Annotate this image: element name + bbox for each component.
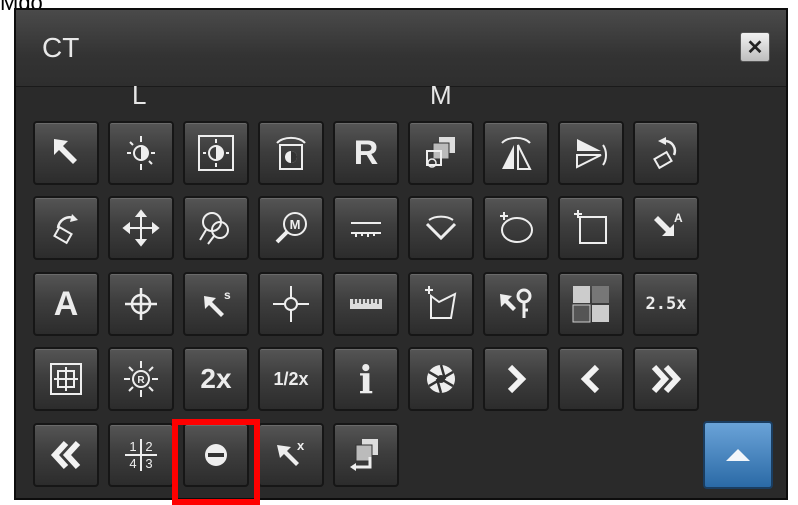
previous-series-button[interactable] [33,423,99,487]
rectangle-roi-button[interactable] [558,196,624,260]
magnifier-m-icon: M [275,212,307,244]
shutter-aperture-icon [427,364,455,394]
double-chevron-left-icon [50,440,81,470]
calibrate-button[interactable] [333,272,399,336]
zoom-2-5x-button[interactable]: 2.5x [633,272,699,336]
grid-layout-icon: 1 24 3 [125,439,157,471]
stack-sync-icon [350,439,378,471]
zoom-2x-button[interactable]: 2x [183,347,249,411]
delete-annotation-label: x [297,438,305,453]
series-sync-button[interactable] [333,423,399,487]
arrow-annotation-icon: A [654,211,683,236]
next-image-button[interactable] [483,347,549,411]
flip-vertical-button[interactable] [483,121,549,185]
chevron-right-icon [507,364,527,394]
ellipse-icon [500,212,533,243]
zoom-2x-label: 2x [200,363,232,394]
shutter-button[interactable] [408,347,474,411]
distance-button[interactable] [333,196,399,260]
compare-layout-button[interactable] [558,272,624,336]
text-annotation-button[interactable]: A [33,272,99,336]
invert-button[interactable] [258,121,324,185]
multi-zoom-button[interactable] [183,196,249,260]
info-label: i [358,356,374,402]
zoom-half-button[interactable]: 1/2x [258,347,324,411]
select-s-label: s [224,288,231,302]
cine-button[interactable] [408,121,474,185]
crosshair-button[interactable] [108,272,174,336]
reset-button[interactable]: R [333,121,399,185]
crosshair-icon [125,288,157,320]
polygon-icon [425,286,457,319]
rotate-left-icon [653,137,677,170]
close-button[interactable]: ✕ [740,32,770,62]
angle-icon [425,215,457,241]
zoom-2-5x-label: 2.5x [645,294,687,314]
point-target-icon [273,286,309,322]
reset-window-level-button[interactable]: R [108,347,174,411]
next-series-button[interactable] [633,347,699,411]
arrow-x-icon: x [277,438,305,466]
point-roi-button[interactable] [258,272,324,336]
delete-annotation-button[interactable]: x [258,423,324,487]
flip-vertical-icon [501,136,532,170]
arrow-pointer-icon [54,139,77,164]
pan-button[interactable] [108,196,174,260]
rectangle-icon [574,210,607,244]
region-window-level-icon [198,135,234,171]
collapse-up-button[interactable] [703,421,773,489]
key-image-button[interactable] [483,272,549,336]
magnifier-m-label: M [290,217,301,232]
layout-label-2: 2 [145,439,152,454]
zoom-half-label: 1/2x [273,368,309,389]
flip-horizontal-icon [576,139,607,169]
ruler-distance-icon [351,222,381,237]
chevron-left-icon [580,364,600,394]
invert-icon [276,136,306,170]
selection-highlight [172,419,260,505]
cine-stack-icon [426,137,455,168]
arrow-annotation-label: A [674,211,683,225]
magnify-button[interactable]: M [258,196,324,260]
select-s-button[interactable]: s [183,272,249,336]
angle-button[interactable] [408,196,474,260]
close-icon: ✕ [746,36,764,59]
window-level-reset-icon: R [124,361,158,397]
layout-button[interactable]: 1243 [108,423,174,487]
flip-horizontal-button[interactable] [558,121,624,185]
reset-window-level-label: R [137,375,145,386]
rotate-right-icon [53,214,78,245]
rotate-right-button[interactable] [33,196,99,260]
window-level-icon [127,136,155,170]
column-label-l: L [132,80,147,110]
polygon-roi-button[interactable] [408,272,474,336]
region-window-level-button[interactable] [183,121,249,185]
arrow-annotation-button[interactable]: A [633,196,699,260]
multi-magnifier-icon [199,212,229,245]
title-bar: CT ✕ [16,10,786,87]
ellipse-roi-button[interactable] [483,196,549,260]
info-button[interactable]: i [333,347,399,411]
layout-label-1: 1 [129,439,136,454]
window-level-button[interactable] [108,121,174,185]
pan-arrows-icon [122,209,160,247]
column-label-m: M [430,80,452,110]
text-annotation-label: A [53,284,79,323]
pointer-key-icon [500,288,532,318]
fit-to-window-button[interactable] [33,347,99,411]
ruler-icon [350,299,382,309]
layout-label-3: 3 [145,456,152,471]
panel-title: CT [42,32,80,63]
arrow-s-icon: s [204,288,231,317]
layout-compare-icon [572,286,609,323]
pointer-button[interactable] [33,121,99,185]
layout-label-4: 4 [129,456,136,471]
reset-label: R [353,133,379,172]
fit-window-icon [50,363,82,395]
previous-image-button[interactable] [558,347,624,411]
double-chevron-right-icon [651,364,682,394]
rotate-left-button[interactable] [633,121,699,185]
triangle-up-icon [726,449,750,461]
